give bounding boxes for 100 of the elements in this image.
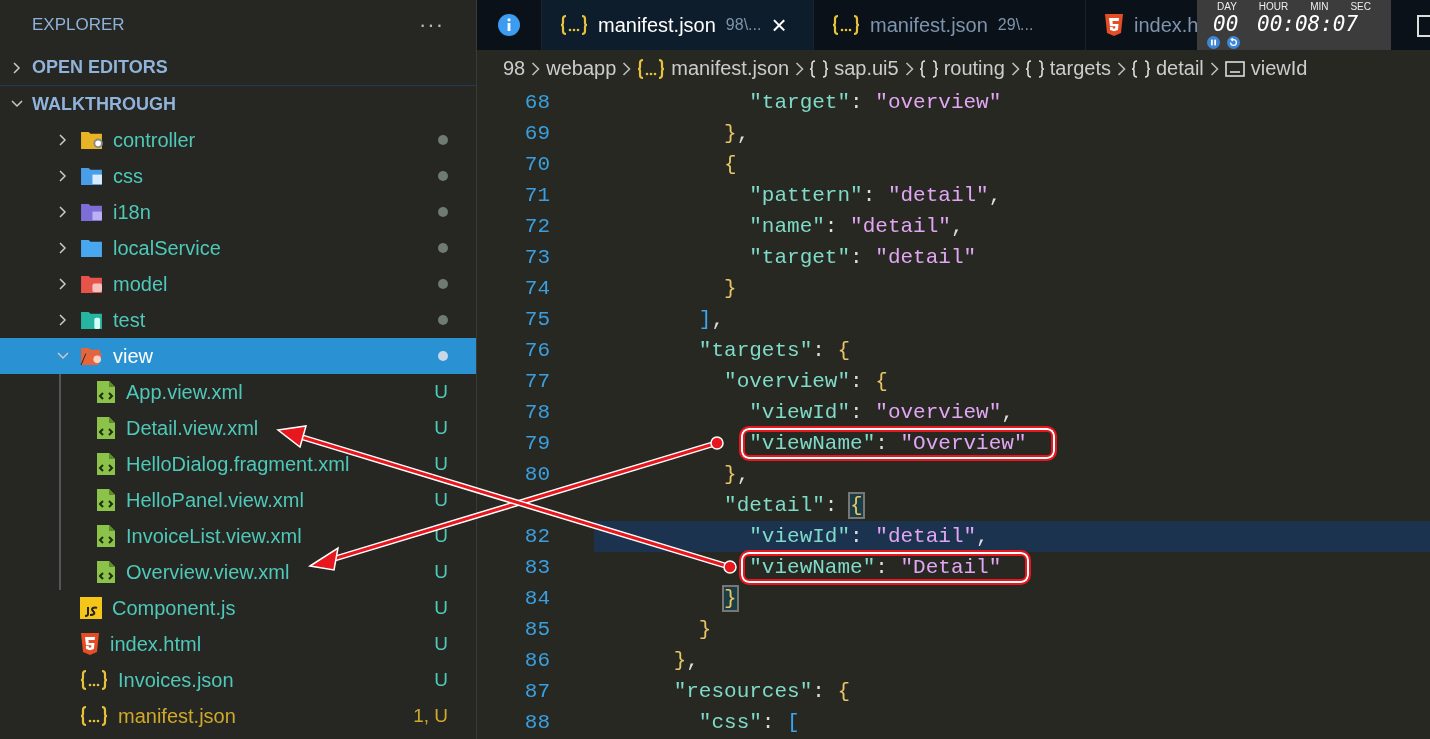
xml-file-icon <box>96 488 116 512</box>
line-number: 84 <box>523 587 550 610</box>
line-number: 74 <box>523 277 550 300</box>
line-number: 71 <box>523 184 550 207</box>
file-item[interactable]: Invoices.json U <box>0 662 476 698</box>
file-item[interactable]: InvoiceList.view.xml U <box>0 518 476 554</box>
code-line: "name": "detail", <box>749 215 964 238</box>
code-line: { <box>724 153 737 176</box>
file-item[interactable]: manifest.json 1, U <box>0 698 476 734</box>
git-status: U <box>434 525 448 547</box>
html5-icon <box>1104 13 1124 37</box>
xml-file-icon <box>96 560 116 584</box>
timer-label: MIN <box>1310 1 1329 12</box>
line-number: 88 <box>523 711 550 734</box>
reset-icon[interactable] <box>1227 36 1240 49</box>
split-editor-icon[interactable] <box>1417 15 1430 37</box>
braces-icon <box>1131 59 1150 78</box>
line-number: 68 <box>523 91 550 114</box>
braces-icon <box>919 59 938 78</box>
info-icon <box>497 13 521 37</box>
line-number: 83 <box>523 556 550 579</box>
code-line: }, <box>724 463 750 486</box>
line-number: 73 <box>523 246 550 269</box>
file-item[interactable]: HelloDialog.fragment.xml U <box>0 446 476 482</box>
json-braces-icon <box>637 57 666 80</box>
breadcrumb-item[interactable]: viewId <box>1224 57 1308 80</box>
folder-item[interactable]: controller <box>0 122 476 158</box>
git-status: U <box>434 417 448 439</box>
json-braces-icon <box>832 14 860 36</box>
line-number: 78 <box>523 401 550 424</box>
git-status: U <box>434 489 448 511</box>
json-braces-icon <box>80 705 108 727</box>
chevron-icon <box>1116 61 1126 76</box>
folder-item[interactable]: test <box>0 302 476 338</box>
html5-icon <box>80 632 100 656</box>
section-header[interactable]: WALKTHROUGH <box>0 86 476 122</box>
line-number: 86 <box>523 649 550 672</box>
timer-days: 00 <box>1213 12 1239 36</box>
git-status: 1, U <box>413 705 448 727</box>
git-status: U <box>434 453 448 475</box>
highlighted-code-line: "viewName": "Detail" <box>739 550 1032 585</box>
chevron-icon <box>1209 61 1219 76</box>
code-line: }, <box>724 122 750 145</box>
timer-time: 00:08:07 <box>1257 12 1359 36</box>
braces-icon <box>810 59 829 78</box>
folder-item[interactable]: i18n <box>0 194 476 230</box>
code-line: "targets": { <box>698 339 851 362</box>
timer-label: SEC <box>1350 1 1371 12</box>
code-line: "viewId": "overview", <box>749 401 1014 424</box>
code-line: "target": "detail" <box>749 246 977 269</box>
file-item[interactable]: Component.js U <box>0 590 476 626</box>
line-number: 72 <box>523 215 550 238</box>
code-line: ], <box>698 308 725 331</box>
code-line: "detail": { <box>724 494 863 517</box>
line-number: 70 <box>523 153 550 176</box>
code-line: }, <box>673 649 699 672</box>
breadcrumb-item[interactable]: 98 <box>503 57 526 80</box>
section-header[interactable]: OPEN EDITORS <box>0 50 476 86</box>
breadcrumb-item[interactable]: routing <box>919 57 1005 80</box>
xml-file-icon <box>96 380 116 404</box>
more-actions-button[interactable]: ··· <box>419 12 444 38</box>
code-line: "pattern": "detail", <box>749 184 1002 207</box>
breadcrumb-item[interactable]: detail <box>1131 57 1204 80</box>
code-line: "css": [ <box>698 711 800 734</box>
code-line: "overview": { <box>724 370 888 393</box>
file-item[interactable]: index.html U <box>0 626 476 662</box>
braces-icon <box>1025 59 1044 78</box>
folder-item[interactable]: localService <box>0 230 476 266</box>
line-number: 77 <box>523 370 550 393</box>
js-file-icon <box>80 597 102 619</box>
git-status: U <box>434 381 448 403</box>
json-braces-icon <box>80 669 108 691</box>
line-number: 82 <box>523 525 550 548</box>
line-number: 79 <box>523 432 550 455</box>
timer-label: HOUR <box>1258 1 1289 12</box>
chevron-icon <box>1010 61 1020 76</box>
chevron-icon <box>904 61 914 76</box>
folder-item[interactable]: css <box>0 158 476 194</box>
close-icon[interactable]: × <box>771 12 787 38</box>
pause-icon[interactable] <box>1207 36 1220 49</box>
json-braces-icon <box>560 14 588 36</box>
line-number: 80 <box>523 463 550 486</box>
editor-tab[interactable]: manifest.json 98\... × <box>542 0 814 50</box>
breadcrumb-item[interactable]: targets <box>1025 57 1111 80</box>
code-line: "target": "overview" <box>749 91 1002 114</box>
code-line: "resources": { <box>673 680 851 703</box>
git-status: U <box>434 633 448 655</box>
code-line: "viewId": "detail", <box>749 525 989 548</box>
code-line: } <box>698 618 712 641</box>
breadcrumb-item[interactable]: sap.ui5 <box>810 57 899 80</box>
git-status: U <box>434 561 448 583</box>
folder-item[interactable]: model <box>0 266 476 302</box>
file-item[interactable]: App.view.xml U <box>0 374 476 410</box>
chevron-icon <box>531 61 541 76</box>
breadcrumb-item[interactable]: manifest.json <box>637 57 790 80</box>
breadcrumb-item[interactable]: webapp <box>546 57 617 80</box>
file-item[interactable]: HelloPanel.view.xml U <box>0 482 476 518</box>
timer-label: DAY <box>1217 1 1237 12</box>
highlighted-code-line: "viewName": "Overview" <box>739 426 1057 461</box>
git-status: U <box>434 597 448 619</box>
